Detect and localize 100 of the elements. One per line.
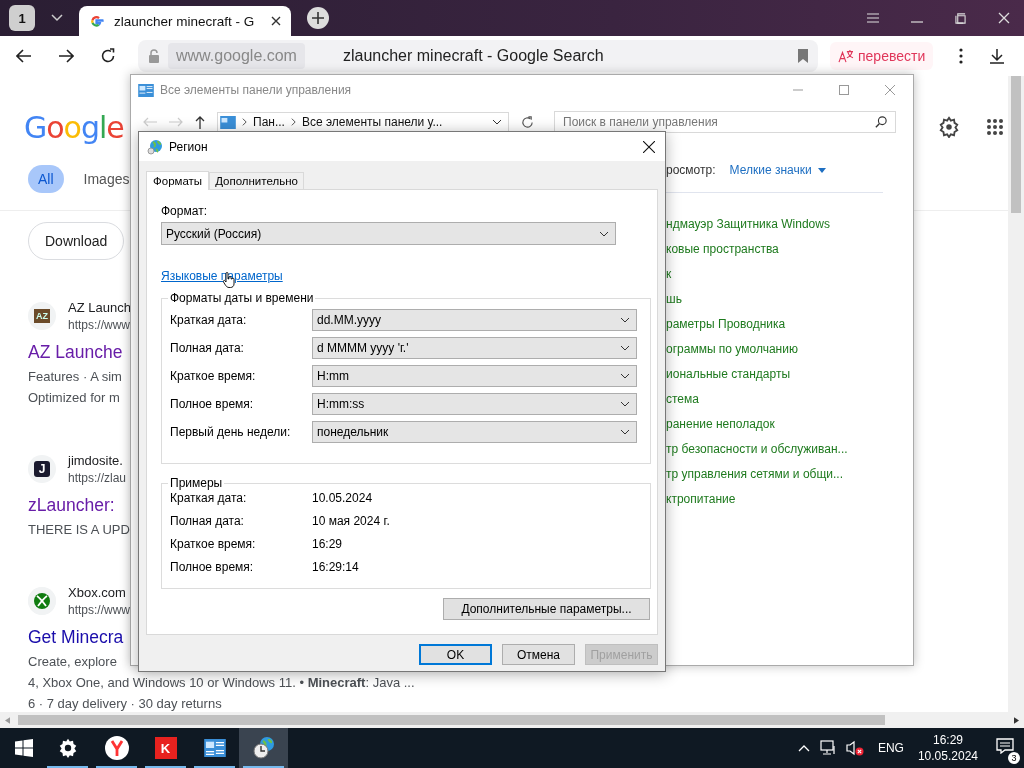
- format-label: Формат:: [161, 204, 208, 218]
- windows-start-icon[interactable]: [15, 739, 33, 757]
- control-panel-link[interactable]: к: [666, 267, 913, 282]
- search-icon: [875, 116, 887, 128]
- globe-icon: [147, 138, 163, 155]
- view-label: росмотр:: [666, 163, 716, 177]
- format-dropdown[interactable]: H:mm:ss: [312, 393, 637, 415]
- control-panel-link[interactable]: ндмауэр Защитника Windows: [666, 217, 913, 232]
- google-logo[interactable]: Google: [24, 110, 124, 145]
- chevron-right-icon: [290, 118, 296, 126]
- address-bar[interactable]: www.google.com zlauncher minecraft - Google Search: [138, 40, 818, 72]
- chevron-down-icon: [620, 429, 630, 435]
- control-panel-link[interactable]: раметры Проводника: [666, 317, 913, 332]
- maximize-icon[interactable]: [839, 85, 849, 95]
- format-dropdown[interactable]: H:mm: [312, 365, 637, 387]
- translate-button[interactable]: перевести: [830, 42, 934, 70]
- chevron-right-icon: [242, 118, 247, 126]
- control-panel-link[interactable]: ктропитание: [666, 492, 913, 507]
- browser-logo-icon: [104, 736, 129, 760]
- control-panel-link[interactable]: ранение неполадок: [666, 417, 913, 432]
- control-panel-link[interactable]: шь: [666, 292, 913, 307]
- close-icon[interactable]: [643, 140, 655, 153]
- download-icon[interactable]: [989, 48, 1006, 64]
- vertical-scrollbar[interactable]: [1008, 76, 1024, 712]
- breadcrumb-item[interactable]: Пан...: [253, 115, 285, 129]
- more-vertical-icon[interactable]: [959, 48, 964, 64]
- result-snippet: Create, explore: [28, 654, 117, 669]
- control-panel-icon: [138, 83, 154, 97]
- menu-icon[interactable]: [867, 13, 879, 23]
- result-site-name: jimdosite.: [68, 453, 124, 468]
- format-dropdown[interactable]: понедельник: [312, 421, 637, 443]
- result-url: https://www: [68, 603, 130, 617]
- new-tab-icon[interactable]: [307, 7, 329, 29]
- result-site-name: AZ Launch: [68, 300, 131, 315]
- chevron-up-icon[interactable]: [797, 744, 810, 752]
- field-label: Краткое время:: [170, 369, 257, 383]
- chevron-down-icon: [620, 401, 630, 407]
- network-icon[interactable]: [819, 740, 836, 756]
- browser-tab[interactable]: zlauncher minecraft - G: [79, 6, 291, 36]
- up-arrow-icon[interactable]: [195, 115, 205, 129]
- result-title-link[interactable]: zLauncher:: [28, 495, 115, 516]
- language-indicator[interactable]: ENG: [877, 741, 904, 755]
- language-settings-link[interactable]: Языковые параметры: [161, 269, 283, 283]
- taskbar-app[interactable]: K: [141, 728, 190, 768]
- close-icon[interactable]: [271, 16, 281, 26]
- chevron-down-icon: [620, 373, 630, 379]
- notification-count-badge: 3: [1008, 752, 1020, 764]
- field-label: Первый день недели:: [170, 425, 292, 439]
- site-favicon: AZ: [28, 302, 56, 330]
- control-panel-link[interactable]: ограммы по умолчанию: [666, 342, 913, 357]
- dialog-button[interactable]: OK: [419, 644, 492, 665]
- notifications-icon[interactable]: [996, 738, 1014, 754]
- chevron-down-icon[interactable]: [492, 119, 502, 125]
- result-snippet: Features · A sim: [28, 369, 122, 384]
- format-dropdown[interactable]: dd.MM.yyyy: [312, 309, 637, 331]
- example-value: 10 мая 2024 г.: [312, 513, 390, 528]
- clock-time[interactable]: 16:29: [932, 733, 963, 747]
- restore-icon[interactable]: [955, 12, 966, 24]
- result-site-name: Xbox.com: [68, 585, 127, 600]
- result-snippet: THERE IS A UPD: [28, 522, 130, 537]
- forward-icon[interactable]: [58, 49, 74, 63]
- dialog-tab[interactable]: Дополнительно: [209, 172, 304, 189]
- bookmark-icon[interactable]: [798, 49, 808, 63]
- dialog-button[interactable]: Отмена: [502, 644, 575, 665]
- format-dropdown[interactable]: d MMMM yyyy 'г.': [312, 337, 637, 359]
- clock-date[interactable]: 10.05.2024: [917, 749, 978, 763]
- app-icon: K: [154, 737, 177, 759]
- result-title-link[interactable]: AZ Launche: [28, 342, 123, 363]
- site-favicon: J: [28, 455, 56, 483]
- control-panel-link[interactable]: стема: [666, 392, 913, 407]
- google-g-icon: [89, 13, 104, 29]
- format-dropdown[interactable]: Русский (Россия): [161, 222, 616, 245]
- chevron-down-icon: [620, 345, 630, 351]
- view-mode-dropdown[interactable]: Мелкие значки: [729, 163, 826, 177]
- control-panel-icon: [220, 115, 236, 129]
- refresh-icon[interactable]: [521, 115, 534, 129]
- taskbar-app[interactable]: [239, 728, 288, 768]
- page-title: zlauncher minecraft - Google Search: [342, 47, 604, 65]
- dialog-tab[interactable]: Форматы: [146, 171, 210, 190]
- field-label: Краткое время:: [170, 536, 257, 551]
- example-value: 16:29: [312, 536, 343, 551]
- tab-counter[interactable]: 1: [9, 5, 35, 31]
- control-panel-link[interactable]: иональные стандарты: [666, 367, 913, 382]
- result-snippet: 6 · 7 day delivery · 30 day returns: [28, 696, 222, 711]
- speaker-muted-icon[interactable]: [845, 740, 864, 756]
- result-title-link[interactable]: Get Minecra: [28, 627, 124, 648]
- control-panel-link[interactable]: тр безопасности и обслуживан...: [666, 442, 913, 457]
- filter-tab[interactable]: All: [28, 165, 64, 193]
- result-url: https://zlau: [68, 471, 127, 485]
- reload-icon[interactable]: [100, 48, 116, 64]
- horizontal-scrollbar[interactable]: [0, 712, 1024, 728]
- control-panel-link[interactable]: ковые пространства: [666, 242, 913, 257]
- scroll-right-icon[interactable]: [1014, 716, 1019, 724]
- back-icon[interactable]: [16, 49, 32, 63]
- additional-settings-button[interactable]: Дополнительные параметры...: [443, 598, 650, 620]
- example-value: 16:29:14: [312, 559, 359, 574]
- apps-grid-icon[interactable]: [986, 118, 1004, 136]
- breadcrumb-item[interactable]: Все элементы панели у...: [301, 115, 443, 129]
- settings-icon[interactable]: [938, 116, 960, 138]
- control-panel-link[interactable]: тр управления сетями и общи...: [666, 467, 913, 482]
